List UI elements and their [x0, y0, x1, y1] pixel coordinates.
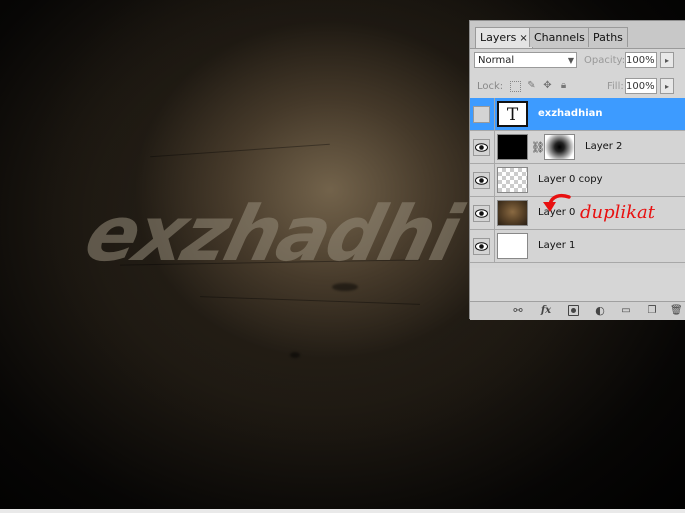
chain-link-icon[interactable]: ⛓ — [531, 141, 545, 154]
mask-dot — [571, 308, 576, 313]
divider — [494, 164, 495, 197]
divider — [494, 197, 495, 230]
lock-label: Lock: — [477, 81, 504, 92]
fill-label: Fill: — [607, 81, 624, 92]
trash-icon[interactable]: 🗑︎ — [670, 305, 683, 316]
layer-name: Layer 0 copy — [538, 174, 603, 185]
fill-slider-button[interactable]: ▸ — [660, 78, 674, 94]
layer-mask-thumbnail[interactable] — [544, 134, 575, 160]
layer-row-layer-2[interactable]: ⛓ Layer 2 — [470, 131, 685, 164]
visibility-toggle[interactable] — [473, 205, 490, 222]
lock-position-move-icon[interactable]: ✥ — [542, 80, 553, 91]
layer-row-layer-1[interactable]: Layer 1 — [470, 230, 685, 263]
layers-list: T exzhadhian ⛓ Layer 2 Layer 0 copy Laye… — [470, 98, 685, 268]
fill-field[interactable]: 100% — [625, 78, 657, 94]
opacity-label: Opacity: — [584, 55, 626, 66]
watermark-logo-text: exzhadhi — [77, 189, 468, 278]
texture-stain — [290, 352, 300, 358]
tab-paths[interactable]: Paths — [588, 27, 628, 47]
layers-panel: Layers × Channels Paths Normal ▼ Opacity:… — [469, 20, 685, 320]
panel-bottom-toolbar: ⚯ fx ◐ ▭ ❐ 🗑︎ — [470, 301, 685, 320]
layer-name: Layer 2 — [585, 141, 623, 152]
blend-row: Normal ▼ Opacity: 100% ▸ — [470, 48, 685, 72]
layer-thumbnail — [497, 134, 528, 160]
tab-label: Paths — [593, 31, 623, 44]
tab-label: Channels — [534, 31, 585, 44]
adjustment-icon[interactable]: ◐ — [594, 305, 606, 316]
link-icon[interactable]: ⚯ — [512, 305, 524, 316]
layer-row-exzhadhian[interactable]: T exzhadhian — [470, 98, 685, 131]
tab-channels[interactable]: Channels — [529, 27, 590, 47]
group-folder-icon[interactable]: ▭ — [620, 305, 632, 316]
texture-scratch — [200, 296, 420, 305]
divider — [494, 131, 495, 164]
transparent-layer-thumbnail — [497, 167, 528, 193]
visibility-toggle[interactable] — [473, 172, 490, 189]
visibility-toggle[interactable] — [473, 139, 490, 156]
close-icon[interactable]: × — [519, 33, 527, 44]
visibility-toggle[interactable] — [473, 106, 490, 123]
eye-icon — [475, 176, 488, 185]
white-layer-thumbnail — [497, 233, 528, 259]
layer-name: exzhadhian — [538, 108, 603, 119]
text-layer-thumbnail: T — [497, 101, 528, 127]
text-layer-t-icon: T — [506, 105, 519, 125]
new-layer-icon[interactable]: ❐ — [646, 305, 658, 316]
divider — [494, 98, 495, 131]
lock-all-icon[interactable]: 🔒︎ — [558, 80, 569, 91]
layer-row-layer-0-copy[interactable]: Layer 0 copy — [470, 164, 685, 197]
mask-icon[interactable] — [568, 305, 579, 316]
status-strip — [0, 509, 685, 513]
texture-layer-thumbnail — [497, 200, 528, 226]
eye-icon — [475, 209, 488, 218]
eye-icon — [475, 143, 488, 152]
fx-icon[interactable]: fx — [538, 305, 554, 316]
eye-icon — [475, 242, 488, 251]
lock-transparency-icon[interactable] — [510, 81, 521, 92]
duplikat-annotation: duplikat — [580, 202, 656, 223]
texture-scratch — [150, 143, 330, 158]
opacity-slider-button[interactable]: ▸ — [660, 52, 674, 68]
divider — [494, 230, 495, 263]
red-curved-arrow-icon — [543, 193, 571, 212]
texture-stain — [332, 283, 358, 291]
lock-row: Lock: ✎ ✥ 🔒︎ Fill: 100% ▸ — [470, 72, 685, 99]
blend-mode-select[interactable]: Normal ▼ — [474, 52, 577, 68]
lock-pixels-brush-icon[interactable]: ✎ — [526, 80, 537, 91]
tab-layers[interactable]: Layers × — [475, 27, 533, 48]
panel-tab-bar: Layers × Channels Paths — [470, 21, 685, 49]
blend-mode-value: Normal — [478, 55, 515, 66]
opacity-field[interactable]: 100% — [625, 52, 657, 68]
visibility-toggle[interactable] — [473, 238, 490, 255]
layer-name: Layer 1 — [538, 240, 576, 251]
tab-label: Layers — [480, 31, 517, 44]
chevron-down-icon: ▼ — [567, 56, 574, 65]
